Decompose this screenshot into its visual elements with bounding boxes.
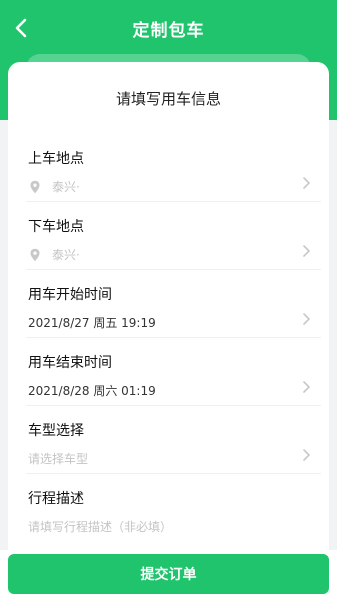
- form-title: 请填写用车信息: [115, 89, 221, 108]
- chevron-left-icon: [15, 18, 27, 38]
- vehicle-type-row[interactable]: 车型选择 请选择车型: [26, 406, 321, 474]
- row-label: 用车结束时间: [28, 355, 112, 371]
- location-pin-icon: [30, 248, 40, 261]
- trip-description-input[interactable]: 请填写行程描述（非必填）: [28, 518, 172, 535]
- back-button[interactable]: [8, 15, 34, 41]
- row-label: 车型选择: [28, 423, 84, 439]
- submit-order-button[interactable]: 提交订单: [8, 554, 329, 594]
- chevron-right-icon: [303, 381, 310, 393]
- location-pin-icon: [30, 180, 40, 193]
- row-label: 行程描述: [28, 491, 84, 507]
- chevron-right-icon: [303, 177, 310, 189]
- form-card: 请填写用车信息 上车地点 泰兴· 下车地点 泰兴· 用车开始时间 2021/8/…: [8, 62, 329, 550]
- end-time-row[interactable]: 用车结束时间 2021/8/28 周六 01:19: [26, 338, 321, 406]
- chevron-right-icon: [303, 245, 310, 257]
- dropoff-location-value: 泰兴·: [52, 248, 80, 262]
- row-label: 下车地点: [28, 219, 84, 235]
- pickup-location-value: 泰兴·: [52, 180, 80, 194]
- vehicle-type-value: 请选择车型: [28, 452, 89, 466]
- start-time-row[interactable]: 用车开始时间 2021/8/27 周五 19:19: [26, 270, 321, 338]
- page-title: 定制包车: [132, 20, 205, 41]
- start-time-value: 2021/8/27 周五 19:19: [28, 316, 156, 330]
- dropoff-location-row[interactable]: 下车地点 泰兴·: [26, 202, 321, 270]
- row-label: 用车开始时间: [28, 287, 112, 303]
- end-time-value: 2021/8/28 周六 01:19: [28, 384, 156, 398]
- row-value: 泰兴·: [28, 178, 80, 195]
- nav-bar: 定制包车: [0, 0, 337, 56]
- chevron-right-icon: [303, 313, 310, 325]
- row-value: 泰兴·: [28, 246, 80, 263]
- row-label: 上车地点: [28, 151, 84, 167]
- pickup-location-row[interactable]: 上车地点 泰兴·: [26, 134, 321, 202]
- chevron-right-icon: [303, 449, 310, 461]
- trip-description-row: 行程描述 请填写行程描述（非必填）: [26, 474, 321, 542]
